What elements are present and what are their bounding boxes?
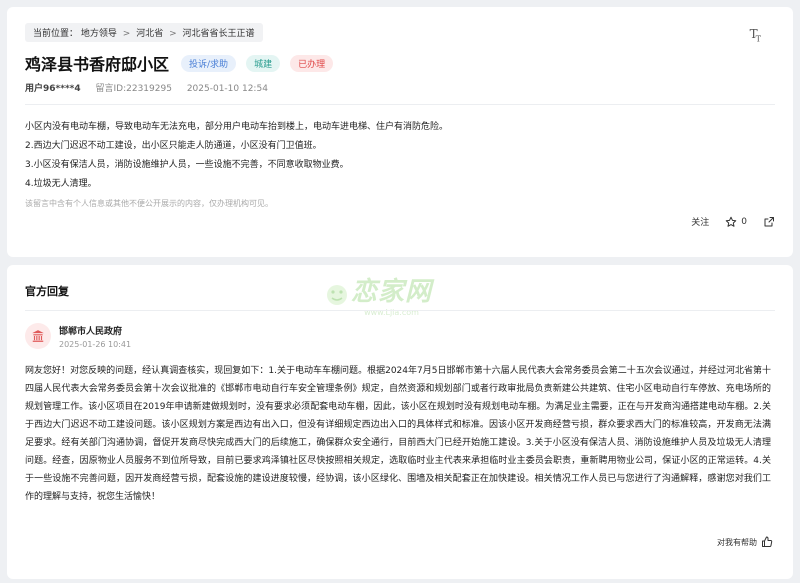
favorite-button[interactable]: 0 bbox=[725, 216, 747, 228]
message-actions: 关注 0 bbox=[675, 215, 775, 228]
breadcrumb-item-leaders[interactable]: 地方领导 bbox=[81, 26, 117, 39]
meta-row: 用户96****4 留言ID:22319295 2025-01-10 12:54 bbox=[25, 81, 280, 94]
follow-button[interactable]: 关注 bbox=[691, 215, 709, 228]
thumbs-up-icon bbox=[762, 536, 773, 547]
divider bbox=[25, 104, 775, 105]
reply-author: 邯郸市人民政府 2025-01-26 10:41 bbox=[25, 323, 131, 349]
message-id: 留言ID:22319295 bbox=[95, 84, 172, 94]
avatar bbox=[25, 323, 51, 349]
body-line: 3.小区没有保洁人员，消防设施维护人员，一些设施不完善，不同意收取物业费。 bbox=[25, 160, 349, 170]
favorite-count: 0 bbox=[741, 216, 747, 227]
share-icon bbox=[764, 216, 774, 226]
breadcrumb-separator: > bbox=[122, 29, 131, 39]
org-name: 邯郸市人民政府 bbox=[59, 326, 123, 337]
reply-time: 2025-01-26 10:41 bbox=[59, 339, 132, 349]
follow-label: 关注 bbox=[691, 218, 710, 228]
font-size-sub: T bbox=[755, 34, 762, 44]
body-line: 小区内没有电动车棚，导致电动车无法充电，部分用户电动车抬到楼上，电动车进电梯、住… bbox=[25, 122, 449, 132]
reply-body: 网友您好！对您反映的问题，经认真调查核实，现回复如下：1.关于电动车车棚问题。根… bbox=[25, 366, 771, 502]
breadcrumb-prefix: 当前位置： bbox=[33, 29, 79, 39]
message-body: 小区内没有电动车棚，导致电动车无法充电，部分用户电动车抬到楼上，电动车进电梯、住… bbox=[25, 118, 775, 213]
body-line: 2.西边大门迟迟不动工建设，出小区只能走人防通道，小区没有门卫值班。 bbox=[25, 141, 322, 151]
message-card: 当前位置： 地方领导 > 河北省 > 河北省省长王正谱 TT 鸡泽县书香府邸小区… bbox=[7, 7, 793, 257]
helpful-button[interactable]: 对我有帮助 bbox=[717, 536, 773, 548]
section-title: 官方回复 bbox=[25, 285, 69, 298]
breadcrumb-separator: > bbox=[169, 29, 177, 39]
breadcrumb-item-governor[interactable]: 河北省省长王正谱 bbox=[183, 26, 255, 39]
star-icon bbox=[726, 216, 737, 227]
status-badge: 已办理 bbox=[290, 54, 334, 72]
body-line: 4.垃圾无人清理。 bbox=[25, 179, 97, 189]
breadcrumb: 当前位置： 地方领导 > 河北省 > 河北省省长王正谱 bbox=[25, 23, 263, 42]
divider bbox=[25, 310, 775, 311]
font-size-icon[interactable]: TT bbox=[750, 27, 762, 44]
government-building-icon bbox=[32, 330, 44, 342]
helpful-label: 对我有帮助 bbox=[717, 537, 757, 547]
post-date: 2025-01-10 12:54 bbox=[186, 84, 268, 94]
official-reply-card: 官方回复 恋家网 www.Ljia.com 邯郸市人民政府 2025-01-26… bbox=[7, 265, 793, 579]
page-title: 鸡泽县书香府邸小区 bbox=[25, 55, 170, 74]
watermark-text: 恋家网 bbox=[351, 277, 433, 307]
share-button[interactable] bbox=[763, 216, 775, 228]
privacy-disclaimer: 该留言中含有个人信息或其他不便公开展示的内容，仅办理机构可见。 bbox=[25, 199, 273, 208]
breadcrumb-item-province[interactable]: 河北省 bbox=[136, 26, 163, 39]
author-name: 用户96****4 bbox=[25, 84, 81, 94]
domain-badge: 城建 bbox=[246, 54, 281, 72]
title-row: 鸡泽县书香府邸小区 投诉/求助 城建 已办理 bbox=[25, 51, 343, 75]
type-badge: 投诉/求助 bbox=[181, 54, 237, 72]
mascot-icon bbox=[327, 285, 347, 305]
